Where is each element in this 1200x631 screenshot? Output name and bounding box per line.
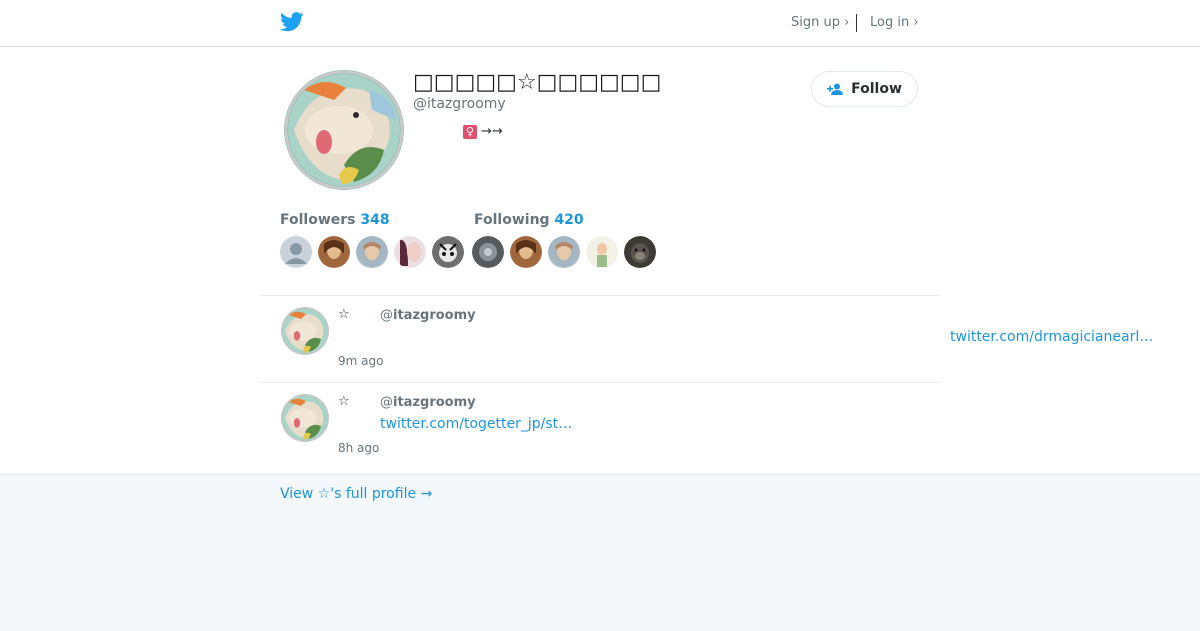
profile-bio: ♀ →→ (463, 124, 503, 139)
following-avatar[interactable] (624, 236, 656, 268)
tweet-avatar[interactable] (281, 307, 329, 355)
following-stat[interactable]: Following 420 (474, 212, 584, 228)
bio-arrows: →→ (481, 124, 503, 139)
profile-handle: @itazgroomy (413, 96, 506, 112)
handle-name: itazgroomy (393, 395, 476, 410)
tweet-link[interactable]: twitter.com/drmagicianearl… (950, 329, 1153, 345)
tweet-avatar[interactable] (281, 394, 329, 442)
follower-avatar[interactable] (280, 236, 312, 268)
follower-avatars-row (280, 236, 656, 268)
twitter-bird-icon[interactable] (280, 11, 304, 33)
following-avatar[interactable] (510, 236, 542, 268)
profile-avatar[interactable] (284, 70, 404, 190)
tweet-timestamp[interactable]: 8h ago (338, 441, 379, 455)
nav-divider (856, 14, 857, 32)
top-bar: Sign up › Log in › (0, 0, 1200, 47)
handle-prefix: @ (380, 308, 393, 323)
followers-label: Followers (280, 212, 356, 228)
tweet-handle[interactable]: @itazgroomy (380, 308, 476, 323)
log-in-link[interactable]: Log in › (870, 15, 919, 30)
handle-prefix: @ (380, 395, 393, 410)
view-full-profile-link[interactable]: View ☆'s full profile → (280, 486, 432, 502)
follower-avatar[interactable] (318, 236, 350, 268)
following-label: Following (474, 212, 550, 228)
tweet-handle[interactable]: @itazgroomy (380, 395, 476, 410)
follow-label: Follow (851, 81, 902, 97)
handle-name: itazgroomy (393, 308, 476, 323)
follower-avatar[interactable] (432, 236, 464, 268)
add-person-icon (827, 83, 844, 95)
followers-count: 348 (360, 212, 390, 228)
sign-up-link[interactable]: Sign up › (791, 15, 849, 30)
female-sign-icon: ♀ (463, 124, 477, 139)
tweet-author-name[interactable]: ☆ (338, 307, 350, 322)
following-avatar[interactable] (548, 236, 580, 268)
following-count: 420 (554, 212, 584, 228)
tweet-divider (260, 382, 940, 383)
following-avatar[interactable] (472, 236, 504, 268)
section-divider (260, 295, 940, 296)
tweet-link[interactable]: twitter.com/togetter_jp/st… (380, 416, 572, 432)
following-avatar[interactable] (586, 236, 618, 268)
followers-stat[interactable]: Followers 348 (280, 212, 390, 228)
footer: View ☆'s full profile → (0, 474, 1200, 631)
display-name: □□□□□☆□□□□□□ (413, 70, 662, 95)
follow-button[interactable]: Follow (811, 71, 918, 107)
tweet-author-name[interactable]: ☆ (338, 394, 350, 409)
follower-avatar[interactable] (394, 236, 426, 268)
tweet-timestamp[interactable]: 9m ago (338, 354, 383, 368)
follower-avatar[interactable] (356, 236, 388, 268)
